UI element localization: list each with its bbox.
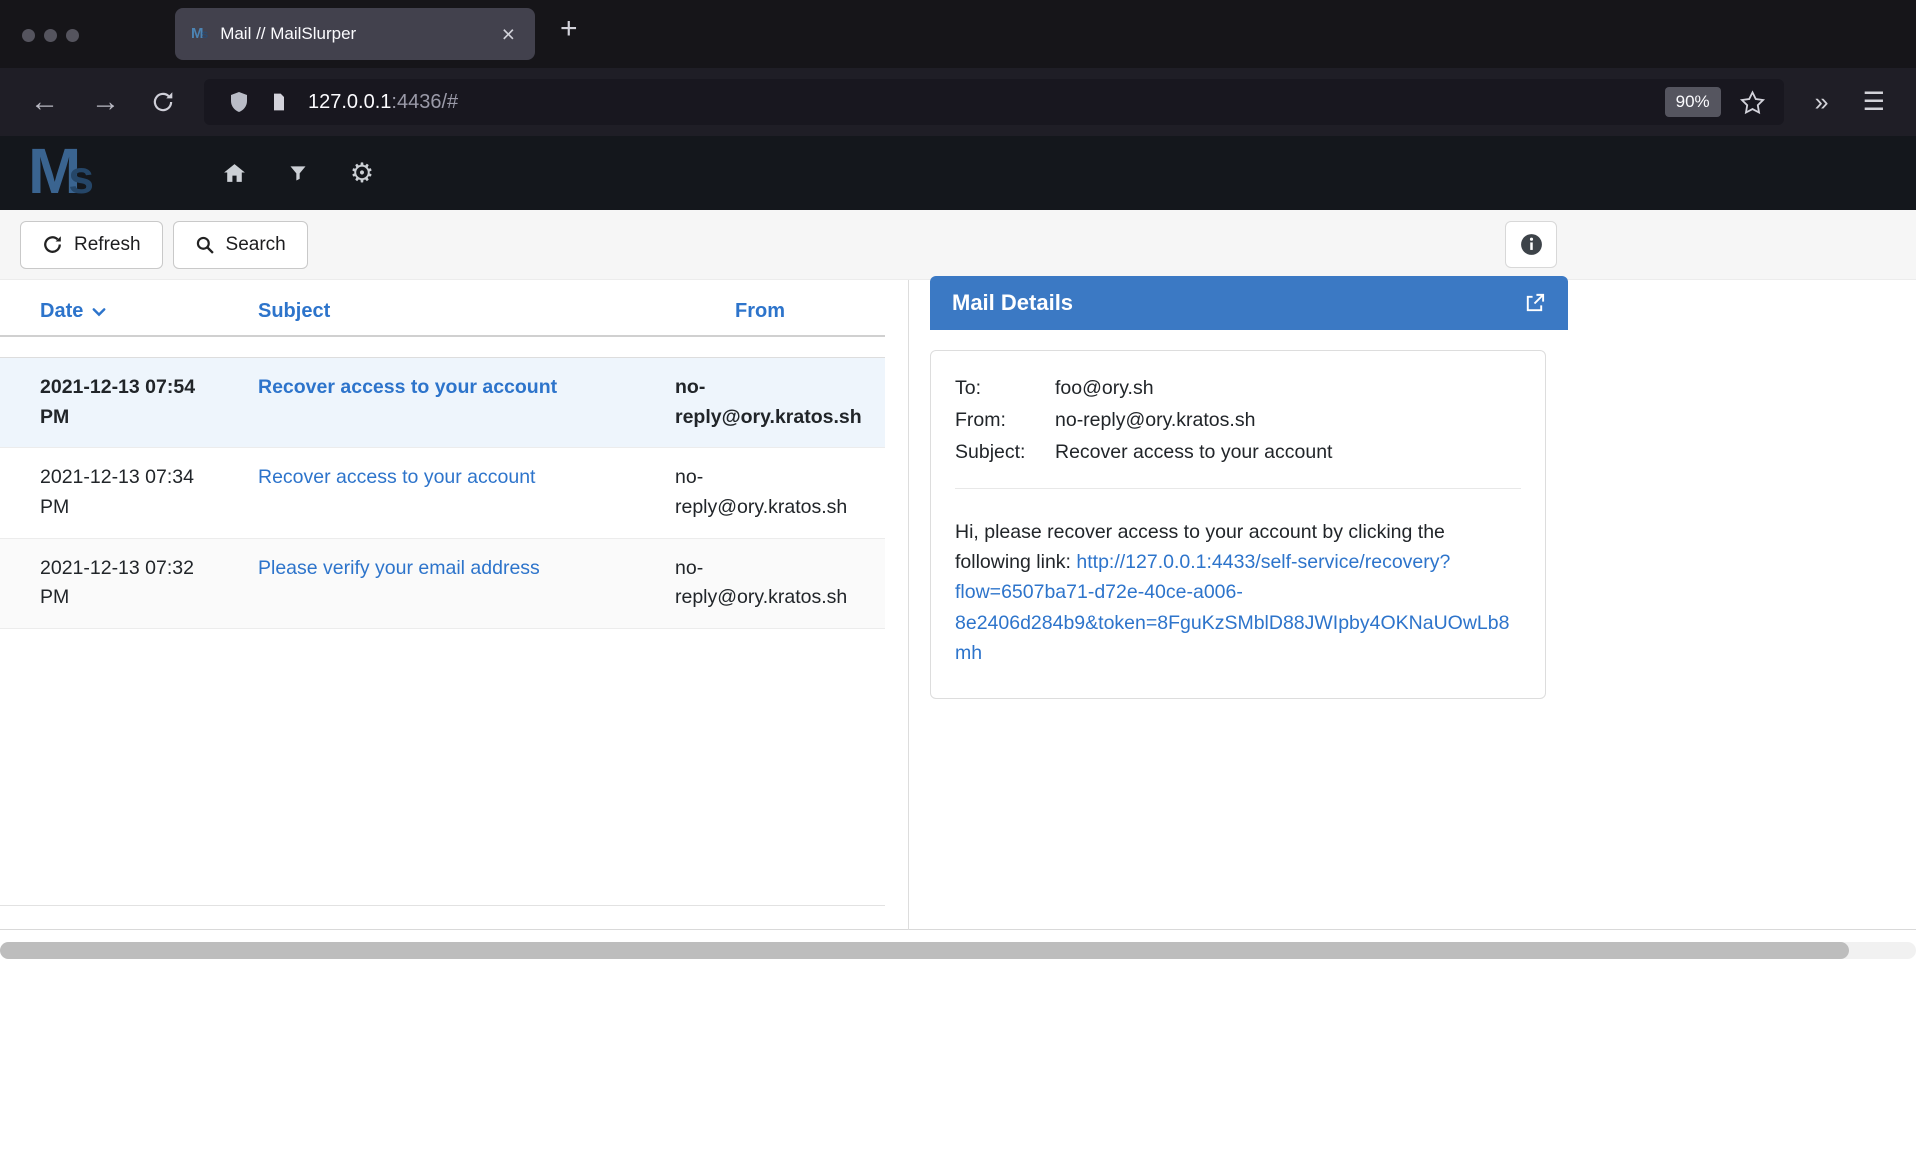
browser-toolbar: ← → 127.0.0.1:4436/# 90% » ☰ <box>0 68 1916 136</box>
forward-button[interactable]: → <box>75 88 136 117</box>
filter-icon <box>288 163 308 183</box>
mail-subject-link[interactable]: Recover access to your account <box>258 373 675 432</box>
mail-meta: To: foo@ory.sh From: no-reply@ory.kratos… <box>955 377 1521 464</box>
sort-chevron-down-icon <box>90 303 108 321</box>
info-button[interactable] <box>1505 221 1557 268</box>
search-label: Search <box>226 234 286 256</box>
back-button[interactable]: ← <box>14 88 75 117</box>
mail-from: no-reply@ory.kratos.sh <box>675 373 862 432</box>
reload-icon <box>150 89 176 115</box>
reload-button[interactable] <box>136 89 190 115</box>
app-navbar: M s ⚙ <box>0 136 1916 210</box>
mail-from: no-reply@ory.kratos.sh <box>675 463 857 522</box>
external-link-icon[interactable] <box>1523 292 1546 315</box>
home-icon <box>221 161 248 186</box>
to-label: To: <box>955 377 1055 400</box>
window-control-dot[interactable] <box>66 29 79 42</box>
refresh-button[interactable]: Refresh <box>20 221 163 269</box>
column-header-subject: Subject <box>258 300 675 323</box>
mail-row[interactable]: 2021-12-13 07:32 PM Please verify your e… <box>0 539 885 629</box>
url-text: 127.0.0.1:4436/# <box>308 91 1665 114</box>
subject-label: Subject: <box>955 441 1055 464</box>
refresh-icon <box>42 234 63 255</box>
horizontal-scrollbar-thumb[interactable] <box>0 942 1849 959</box>
from-value: no-reply@ory.kratos.sh <box>1055 409 1521 432</box>
mail-details-panel: Mail Details To: foo@ory.sh From: no-rep… <box>930 276 1568 699</box>
browser-tab-strip: Ms Mail // MailSlurper × + <box>0 0 1916 68</box>
from-label: From: <box>955 409 1055 432</box>
shield-icon[interactable] <box>218 89 260 115</box>
mailslurper-logo: M s <box>28 143 193 204</box>
mail-details-card: To: foo@ory.sh From: no-reply@ory.kratos… <box>930 350 1546 699</box>
tab-title: Mail // MailSlurper <box>220 24 497 44</box>
mail-list: Date Subject From 2021-12-13 07:54 PM Re… <box>0 280 885 906</box>
subject-value: Recover access to your account <box>1055 441 1521 464</box>
column-header-date[interactable]: Date <box>40 300 258 323</box>
mail-date: 2021-12-13 07:54 PM <box>40 373 258 432</box>
window-controls <box>22 29 79 42</box>
home-button[interactable] <box>211 161 257 186</box>
mail-details-title: Mail Details <box>952 290 1073 316</box>
mail-body: Hi, please recover access to your accoun… <box>955 517 1521 668</box>
to-value: foo@ory.sh <box>1055 377 1521 400</box>
mail-list-header: Date Subject From <box>0 280 885 337</box>
toolbar-overflow-icon[interactable]: » <box>1798 88 1846 117</box>
mail-row[interactable]: 2021-12-13 07:54 PM Recover access to yo… <box>0 358 885 448</box>
search-icon <box>195 235 215 255</box>
window-control-dot[interactable] <box>22 29 35 42</box>
panel-divider <box>908 280 909 930</box>
mail-row[interactable]: 2021-12-13 07:34 PM Recover access to yo… <box>0 448 885 538</box>
window-control-dot[interactable] <box>44 29 57 42</box>
filter-button[interactable] <box>275 163 321 183</box>
browser-tab[interactable]: Ms Mail // MailSlurper × <box>175 8 535 60</box>
bookmark-star-icon[interactable] <box>1735 89 1770 116</box>
url-bar[interactable]: 127.0.0.1:4436/# 90% <box>204 79 1784 125</box>
gear-icon: ⚙ <box>350 160 374 187</box>
card-divider <box>955 488 1521 489</box>
menu-hamburger-icon[interactable]: ☰ <box>1846 87 1902 117</box>
mail-subject-link[interactable]: Recover access to your account <box>258 463 675 522</box>
info-icon <box>1519 232 1544 257</box>
settings-button[interactable]: ⚙ <box>339 160 385 187</box>
action-bar: Refresh Search <box>0 210 1916 280</box>
zoom-indicator[interactable]: 90% <box>1665 87 1721 117</box>
mail-rows: 2021-12-13 07:54 PM Recover access to yo… <box>0 357 885 629</box>
new-tab-button[interactable]: + <box>552 12 586 46</box>
main-content: Date Subject From 2021-12-13 07:54 PM Re… <box>0 280 1916 930</box>
mail-details-header: Mail Details <box>930 276 1568 330</box>
mailslurper-favicon-icon: Ms <box>191 25 208 43</box>
mail-date: 2021-12-13 07:34 PM <box>40 463 258 522</box>
mail-date: 2021-12-13 07:32 PM <box>40 554 258 613</box>
column-header-from: From <box>675 300 857 323</box>
page-info-icon[interactable] <box>260 90 298 114</box>
tab-close-icon[interactable]: × <box>498 21 519 48</box>
horizontal-scrollbar[interactable] <box>0 942 1916 959</box>
mail-subject-link[interactable]: Please verify your email address <box>258 554 675 613</box>
search-button[interactable]: Search <box>173 221 308 269</box>
refresh-label: Refresh <box>74 234 141 256</box>
mail-from: no-reply@ory.kratos.sh <box>675 554 857 613</box>
